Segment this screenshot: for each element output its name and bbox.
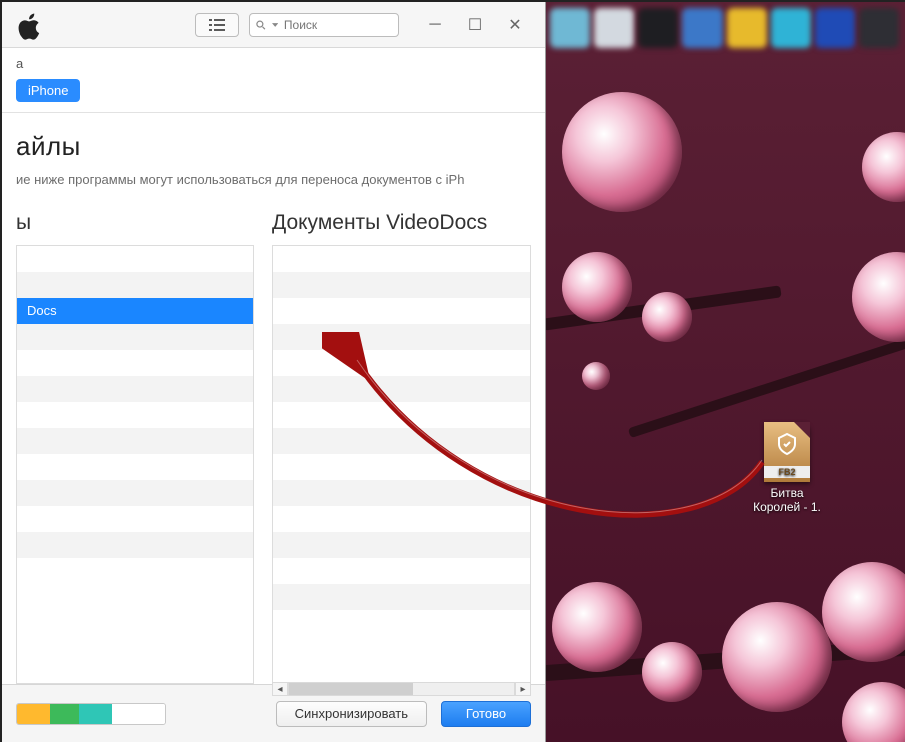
doc-row[interactable]: [273, 298, 530, 324]
storage-bar: [16, 703, 166, 725]
docs-heading: Документы VideoDocs: [272, 211, 531, 235]
apps-list[interactable]: Docs: [16, 245, 254, 684]
flower: [852, 252, 905, 342]
storage-seg: [50, 704, 80, 724]
task-icon[interactable]: [859, 8, 899, 48]
storage-seg: [112, 704, 165, 724]
app-row[interactable]: [17, 272, 253, 298]
scroll-left-button[interactable]: ◂: [272, 682, 288, 696]
doc-row[interactable]: [273, 454, 530, 480]
desktop-file[interactable]: FB2 Битва Королей - 1.: [742, 422, 832, 514]
sync-button[interactable]: Синхронизировать: [276, 701, 427, 727]
flower: [582, 362, 610, 390]
doc-row[interactable]: [273, 376, 530, 402]
doc-row[interactable]: [273, 584, 530, 610]
doc-row[interactable]: [273, 324, 530, 350]
breadcrumb-trail: а: [16, 56, 531, 71]
apple-logo-icon: [18, 12, 44, 38]
done-button[interactable]: Готово: [441, 701, 531, 727]
search-box[interactable]: [249, 13, 399, 37]
minimize-button[interactable]: ─: [415, 11, 455, 39]
scroll-track[interactable]: [288, 682, 515, 696]
app-row[interactable]: [17, 506, 253, 532]
breadcrumb-row: а iPhone: [2, 48, 545, 102]
file-ext-badge: FB2: [764, 466, 810, 478]
task-icon[interactable]: [550, 8, 590, 48]
scroll-thumb[interactable]: [289, 683, 413, 695]
section-description: ие ниже программы могут использоваться д…: [16, 172, 531, 189]
doc-row[interactable]: [273, 532, 530, 558]
desktop-file-name-line1: Битва: [742, 486, 832, 500]
flower: [642, 292, 692, 342]
flower: [562, 252, 632, 322]
task-icon[interactable]: [727, 8, 767, 48]
flower: [642, 642, 702, 702]
fb2-file-icon: FB2: [764, 422, 810, 482]
flower: [842, 682, 905, 742]
scroll-right-button[interactable]: ▸: [515, 682, 531, 696]
list-view-button[interactable]: [195, 13, 239, 37]
section-heading: айлы: [16, 131, 531, 162]
desktop-taskbar: [542, 2, 905, 54]
doc-row[interactable]: [273, 558, 530, 584]
doc-row[interactable]: [273, 246, 530, 272]
task-icon[interactable]: [638, 8, 678, 48]
task-icon[interactable]: [815, 8, 855, 48]
app-row[interactable]: [17, 350, 253, 376]
doc-row[interactable]: [273, 610, 530, 636]
chevron-down-icon: [272, 21, 278, 29]
doc-row[interactable]: [273, 506, 530, 532]
storage-seg: [79, 704, 112, 724]
app-row[interactable]: [17, 558, 253, 584]
app-row[interactable]: [17, 454, 253, 480]
doc-row[interactable]: [273, 272, 530, 298]
app-row[interactable]: [17, 402, 253, 428]
doc-row[interactable]: [273, 350, 530, 376]
doc-row[interactable]: [273, 480, 530, 506]
storage-seg: [17, 704, 50, 724]
desktop-file-name-line2: Королей - 1.: [742, 500, 832, 514]
itunes-window: ─ ☐ ✕ а iPhone айлы ие ниже программы мо…: [2, 2, 546, 742]
horizontal-scrollbar[interactable]: ◂ ▸: [272, 682, 531, 696]
app-row[interactable]: [17, 246, 253, 272]
task-icon[interactable]: [594, 8, 634, 48]
file-sharing-section: айлы ие ниже программы могут использоват…: [2, 113, 545, 684]
app-row[interactable]: [17, 532, 253, 558]
docs-list[interactable]: [272, 245, 531, 684]
apps-heading: ы: [16, 211, 254, 235]
doc-row[interactable]: [273, 428, 530, 454]
search-input[interactable]: [284, 18, 392, 32]
app-row[interactable]: [17, 480, 253, 506]
task-icon[interactable]: [682, 8, 722, 48]
app-row[interactable]: [17, 428, 253, 454]
app-row[interactable]: [17, 376, 253, 402]
flower: [562, 92, 682, 212]
app-row[interactable]: [17, 324, 253, 350]
doc-row[interactable]: [273, 402, 530, 428]
close-button[interactable]: ✕: [495, 11, 535, 39]
device-pill[interactable]: iPhone: [16, 79, 80, 102]
task-icon[interactable]: [771, 8, 811, 48]
flower: [862, 132, 905, 202]
app-row[interactable]: Docs: [17, 298, 253, 324]
flower: [552, 582, 642, 672]
flower: [722, 602, 832, 712]
search-icon: [256, 19, 266, 31]
maximize-button[interactable]: ☐: [455, 11, 495, 39]
titlebar: ─ ☐ ✕: [2, 2, 545, 48]
